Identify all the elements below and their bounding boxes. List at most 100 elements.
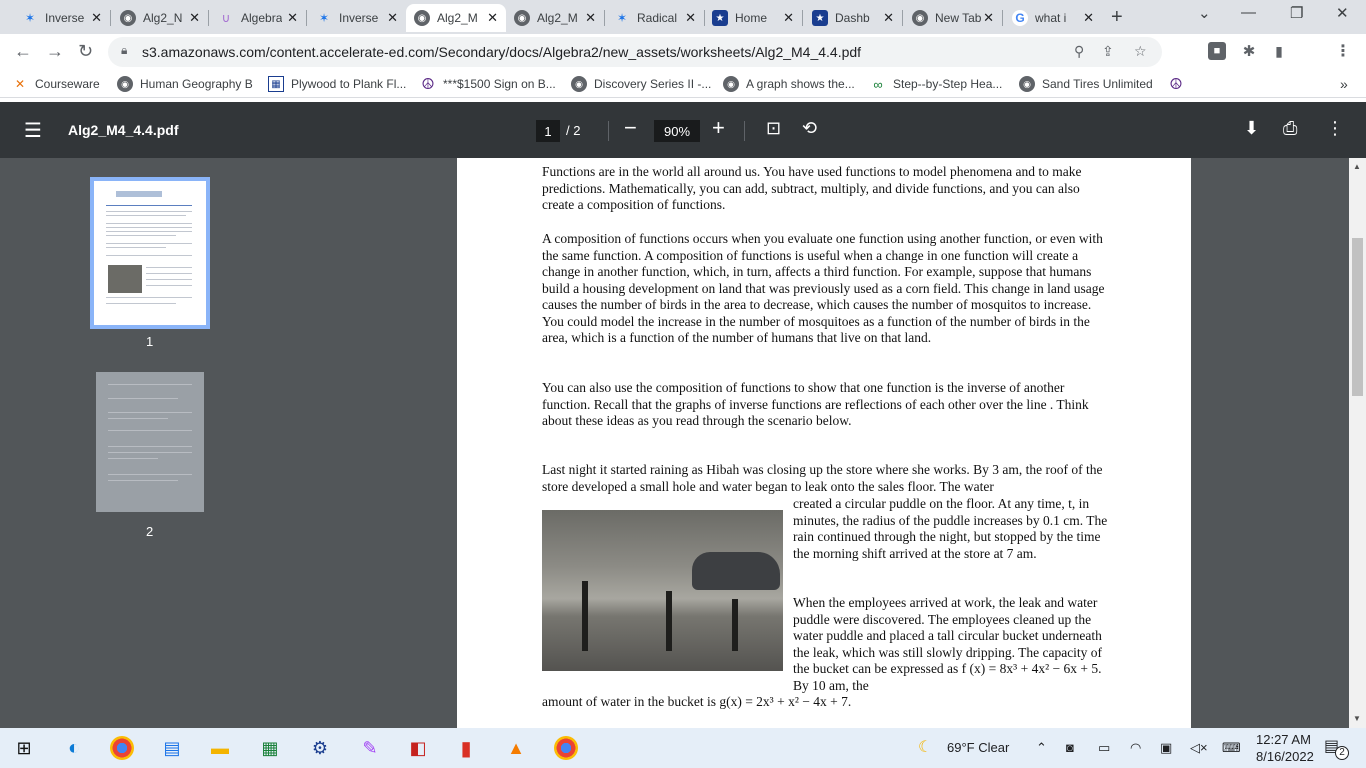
forward-button[interactable]: → — [46, 41, 64, 62]
google-icon: G — [1012, 10, 1028, 26]
chrome-menu-icon[interactable]: ⋮ — [1334, 42, 1352, 60]
office-icon[interactable]: ▮ — [454, 736, 478, 760]
tab-2[interactable]: ∪ Algebra ✕ — [210, 4, 306, 32]
paint-icon[interactable]: ✎ — [358, 736, 382, 760]
weather-text[interactable]: 69°F Clear — [947, 740, 1009, 755]
file-explorer-icon[interactable]: ▬ — [208, 736, 232, 760]
page-number-input[interactable]: 1 — [536, 120, 560, 142]
scroll-up-icon[interactable]: ▲ — [1353, 162, 1361, 171]
tab-title: Alg2_N — [143, 11, 183, 25]
tab-close-icon[interactable]: ✕ — [983, 10, 994, 26]
zoom-in-button[interactable]: + — [712, 115, 725, 141]
address-bar[interactable]: 🔒︎ s3.amazonaws.com/content.accelerate-e… — [108, 37, 1162, 67]
thumbnail-line — [106, 215, 186, 216]
wifi-icon[interactable]: ◠ — [1130, 740, 1141, 756]
reload-button[interactable]: ↻ — [78, 41, 93, 62]
clock-date[interactable]: 8/16/2022 — [1256, 749, 1314, 764]
tab-search-icon[interactable]: ⌄ — [1198, 4, 1211, 22]
tab-4-active[interactable]: ◉ Alg2_M ✕ — [406, 4, 506, 32]
start-icon[interactable]: ⊞ — [12, 736, 36, 760]
side-panel-icon[interactable]: ▮ — [1270, 42, 1288, 60]
tab-separator — [1002, 10, 1003, 26]
zoom-out-button[interactable]: − — [624, 115, 637, 141]
minimize-button[interactable]: — — [1241, 4, 1256, 21]
meet-icon[interactable]: ◙ — [1066, 740, 1074, 755]
bookmark-sign-on[interactable]: ☮ ***$1500 Sign on B... — [420, 76, 556, 93]
bookmark-plywood[interactable]: ▦ Plywood to Plank Fl... — [268, 76, 406, 92]
clock-time[interactable]: 12:27 AM — [1256, 732, 1311, 747]
tab-close-icon[interactable]: ✕ — [387, 10, 398, 26]
chrome-icon[interactable] — [110, 736, 134, 760]
vlc-icon[interactable]: ▲ — [504, 736, 528, 760]
calculator-icon[interactable]: ▤ — [160, 736, 184, 760]
bookmarks-overflow-icon[interactable]: » — [1340, 76, 1348, 92]
bookmark-peace[interactable]: ☮ — [1168, 76, 1191, 93]
globe-icon: ◉ — [1019, 76, 1035, 92]
vertical-scrollbar[interactable]: ▲ ▼ — [1349, 158, 1366, 728]
tab-9[interactable]: ◉ New Tab ✕ — [904, 4, 1002, 32]
bookmark-discovery[interactable]: ◉ Discovery Series II -... — [571, 76, 711, 92]
tab-title: Alg2_M — [537, 11, 578, 25]
volume-icon[interactable]: ◁× — [1190, 740, 1208, 756]
more-options-icon[interactable]: ⋮ — [1326, 118, 1344, 139]
zoom-icon[interactable]: ⚲ — [1074, 43, 1084, 60]
share-icon[interactable]: ⇪ — [1102, 43, 1114, 60]
spreadsheet-icon[interactable]: ▦ — [258, 736, 282, 760]
rotate-icon[interactable]: ⟲ — [802, 118, 817, 139]
new-tab-button[interactable]: + — [1111, 6, 1123, 29]
tab-close-icon[interactable]: ✕ — [783, 10, 794, 26]
tab-close-icon[interactable]: ✕ — [189, 10, 200, 26]
tab-1[interactable]: ◉ Alg2_N ✕ — [112, 4, 208, 32]
puzzle-icon[interactable]: ✱ — [1240, 42, 1258, 60]
tab-7[interactable]: ★ Home ✕ — [704, 4, 802, 32]
edge-icon[interactable]: ◐ — [62, 736, 86, 760]
tab-0[interactable]: ✶ Inverse ✕ — [14, 4, 110, 32]
tab-3[interactable]: ✶ Inverse ✕ — [308, 4, 406, 32]
chrome-profile-icon[interactable] — [554, 736, 578, 760]
extension-icon[interactable]: ■ — [1208, 42, 1226, 60]
zoom-level-input[interactable]: 90% — [654, 120, 700, 142]
bookmark-graph[interactable]: ◉ A graph shows the... — [723, 76, 855, 92]
tab-close-icon[interactable]: ✕ — [287, 10, 298, 26]
profile-avatar[interactable]: C — [1302, 40, 1324, 62]
fit-page-icon[interactable]: ⊡ — [766, 118, 781, 139]
tab-6[interactable]: ✶ Radical ✕ — [606, 4, 704, 32]
tab-close-icon[interactable]: ✕ — [487, 10, 498, 26]
bookmark-human-geography[interactable]: ◉ Human Geography B — [117, 76, 253, 92]
bookmark-step-by-step[interactable]: ∞ Step--by-Step Hea... — [870, 76, 1002, 92]
tab-8[interactable]: ★ Dashb ✕ — [804, 4, 902, 32]
bookmark-label: A graph shows the... — [746, 77, 855, 91]
tab-title: New Tab — [935, 11, 982, 25]
tab-close-icon[interactable]: ✕ — [1083, 10, 1094, 26]
grammarly-icon[interactable]: G — [1174, 42, 1192, 60]
media-icon[interactable]: ◧ — [406, 736, 430, 760]
sidebar-menu-icon[interactable]: ☰ — [24, 118, 42, 143]
tab-5[interactable]: ◉ Alg2_M ✕ — [506, 4, 604, 32]
show-hidden-icons[interactable]: ⌃ — [1036, 740, 1047, 756]
print-icon[interactable]: ⎙ — [1283, 118, 1297, 139]
tab-10[interactable]: G what i ✕ — [1004, 4, 1102, 32]
scroll-down-icon[interactable]: ▼ — [1353, 714, 1361, 723]
bookmark-courseware[interactable]: ✕ Courseware — [12, 76, 100, 92]
restore-button[interactable]: ❐ — [1290, 4, 1303, 22]
keyboard-icon[interactable]: ⌨ — [1222, 740, 1241, 756]
bookmark-sand-tires[interactable]: ◉ Sand Tires Unlimited — [1019, 76, 1153, 92]
bookmarks-bar: ✕ Courseware ◉ Human Geography B ▦ Plywo… — [0, 70, 1366, 98]
bookmark-star-icon[interactable]: ☆ — [1134, 43, 1147, 60]
pdf-viewer[interactable]: Functions are in the world all around us… — [300, 158, 1349, 728]
download-icon[interactable]: ⬇ — [1244, 118, 1259, 139]
page-thumbnail-1[interactable] — [90, 177, 210, 329]
weather-icon[interactable]: ☾ — [918, 737, 932, 757]
tab-close-icon[interactable]: ✕ — [585, 10, 596, 26]
back-button[interactable]: ← — [14, 41, 32, 62]
tab-close-icon[interactable]: ✕ — [883, 10, 894, 26]
tab-close-icon[interactable]: ✕ — [685, 10, 696, 26]
close-window-button[interactable]: ✕ — [1336, 4, 1349, 22]
scrollbar-thumb[interactable] — [1352, 238, 1363, 396]
network-icon[interactable]: ⚙ — [308, 736, 332, 760]
page-thumbnail-2[interactable] — [96, 372, 204, 512]
battery-icon[interactable]: ▭ — [1098, 740, 1110, 756]
tab-close-icon[interactable]: ✕ — [91, 10, 102, 26]
display-icon[interactable]: ▣ — [1160, 740, 1172, 756]
url-text[interactable]: s3.amazonaws.com/content.accelerate-ed.c… — [142, 44, 861, 60]
